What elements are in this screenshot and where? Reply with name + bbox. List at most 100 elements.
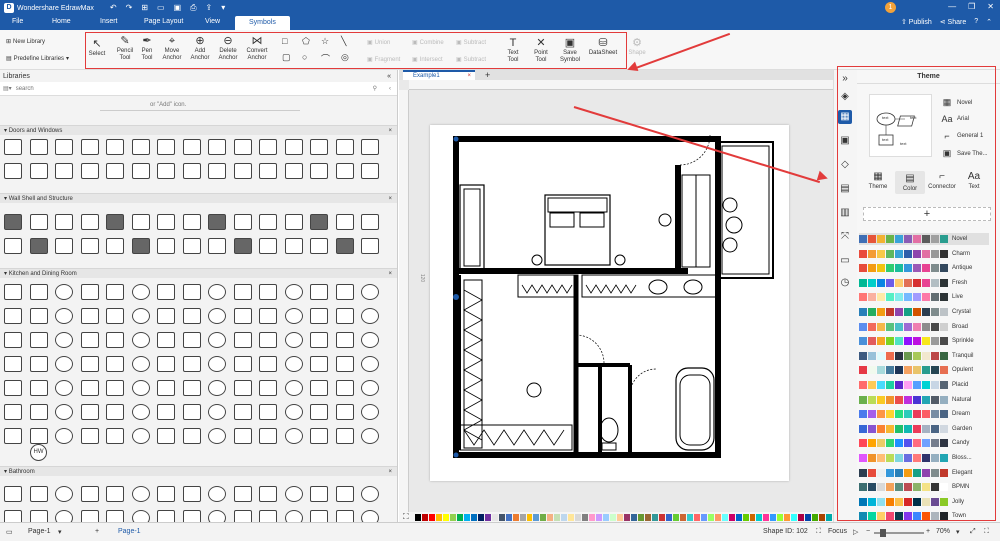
library-shape[interactable] [182, 214, 201, 230]
category-doors-windows[interactable]: ▾ Doors and Windows × [0, 125, 397, 135]
palette-swatch[interactable] [526, 513, 533, 521]
library-shape[interactable] [182, 308, 201, 324]
palette-swatch[interactable] [498, 513, 505, 521]
palette-swatch[interactable] [693, 513, 700, 521]
library-shape[interactable] [259, 332, 277, 348]
palette-swatch[interactable] [651, 513, 658, 521]
palette-swatch[interactable] [714, 513, 721, 521]
palette-swatch[interactable] [575, 513, 582, 521]
library-shape[interactable] [131, 380, 150, 396]
library-shape[interactable] [310, 380, 328, 396]
library-shape[interactable] [4, 238, 22, 254]
library-shape[interactable] [259, 308, 277, 324]
library-shape[interactable] [361, 380, 379, 396]
library-shape[interactable] [80, 163, 99, 179]
library-shape[interactable] [233, 214, 252, 230]
library-shape[interactable] [335, 163, 354, 179]
palette-swatch[interactable] [617, 513, 624, 521]
library-shape[interactable] [55, 428, 73, 444]
undo-icon[interactable]: ↶ [110, 3, 117, 13]
palette-swatch[interactable] [819, 513, 826, 521]
library-shape[interactable] [233, 332, 252, 348]
library-shape[interactable] [106, 238, 124, 254]
library-shape[interactable] [310, 163, 328, 179]
hw-shape[interactable]: HW [30, 444, 47, 461]
library-shape[interactable] [310, 510, 328, 522]
library-shape[interactable] [29, 486, 48, 502]
library-shape[interactable] [259, 214, 277, 230]
library-shape[interactable] [284, 404, 303, 420]
library-shape[interactable] [157, 284, 175, 300]
library-shape[interactable] [310, 404, 328, 420]
library-shape[interactable] [106, 284, 124, 300]
library-shape[interactable] [131, 510, 150, 522]
library-shape[interactable] [259, 163, 277, 179]
library-shape[interactable] [106, 332, 124, 348]
library-shape[interactable] [4, 510, 22, 522]
palette-swatch[interactable] [644, 513, 651, 521]
library-shape[interactable] [208, 332, 226, 348]
library-shape[interactable] [233, 510, 252, 522]
library-shape[interactable] [157, 139, 175, 155]
library-shape[interactable] [131, 238, 150, 254]
library-shape[interactable] [335, 380, 354, 396]
menu-page-layout[interactable]: Page Layout [144, 18, 183, 25]
library-shape[interactable] [284, 332, 303, 348]
shape-button[interactable]: ⚙ Shape [626, 37, 648, 57]
library-shape[interactable] [361, 486, 379, 502]
palette-swatch[interactable] [791, 513, 798, 521]
fullscreen-icon[interactable]: ⛶ [984, 528, 989, 536]
library-shape[interactable] [182, 332, 201, 348]
library-shape[interactable] [131, 428, 150, 444]
library-shape[interactable] [208, 510, 226, 522]
palette-swatch[interactable] [756, 513, 763, 521]
library-shape[interactable] [335, 510, 354, 522]
palette-swatch[interactable] [568, 513, 575, 521]
library-shape[interactable] [208, 404, 226, 420]
library-shape[interactable] [208, 428, 226, 444]
palette-swatch[interactable] [491, 513, 498, 521]
library-shape[interactable] [284, 214, 303, 230]
library-shape[interactable] [335, 428, 354, 444]
library-shape[interactable] [4, 380, 22, 396]
library-shape[interactable] [182, 163, 201, 179]
tab-example1[interactable]: Example1 × [403, 70, 475, 80]
library-shape[interactable] [208, 238, 226, 254]
library-shape[interactable] [361, 284, 379, 300]
library-shape[interactable] [131, 404, 150, 420]
palette-swatch[interactable] [735, 513, 742, 521]
library-shape[interactable] [131, 332, 150, 348]
library-shape[interactable] [182, 380, 201, 396]
library-shape[interactable] [80, 486, 99, 502]
new-icon[interactable]: ⊞ [141, 3, 148, 13]
palette-swatch[interactable] [547, 513, 554, 521]
library-shape[interactable] [157, 428, 175, 444]
palette-swatch[interactable] [603, 513, 610, 521]
library-shape[interactable] [182, 510, 201, 522]
redo-icon[interactable]: ↷ [126, 3, 133, 13]
play-icon[interactable]: ▷ [853, 528, 858, 536]
library-shape[interactable] [4, 332, 22, 348]
library-shape[interactable] [284, 380, 303, 396]
palette-swatch[interactable] [638, 513, 644, 521]
palette-swatch[interactable] [415, 513, 421, 521]
library-shape[interactable] [361, 332, 379, 348]
library-shape[interactable] [106, 214, 124, 230]
menu-view[interactable]: View [205, 18, 220, 25]
library-shape[interactable] [106, 356, 124, 372]
library-shape[interactable] [208, 163, 226, 179]
palette-swatch[interactable] [777, 513, 784, 521]
export-icon[interactable]: ⇪ [206, 3, 213, 13]
library-shape[interactable] [131, 214, 150, 230]
restore-icon[interactable]: ❐ [968, 2, 975, 11]
palette-swatch[interactable] [721, 513, 728, 521]
page-list-icon[interactable]: ▭ [6, 528, 13, 536]
library-shape[interactable] [55, 308, 73, 324]
library-shape[interactable] [106, 380, 124, 396]
focus-label[interactable]: Focus [828, 528, 847, 535]
library-shape[interactable] [157, 510, 175, 522]
library-shape[interactable] [55, 139, 73, 155]
library-shape[interactable] [106, 428, 124, 444]
category-wall-shell[interactable]: ▾ Wall Shell and Structure × [0, 193, 397, 203]
palette-swatch[interactable] [610, 513, 617, 521]
